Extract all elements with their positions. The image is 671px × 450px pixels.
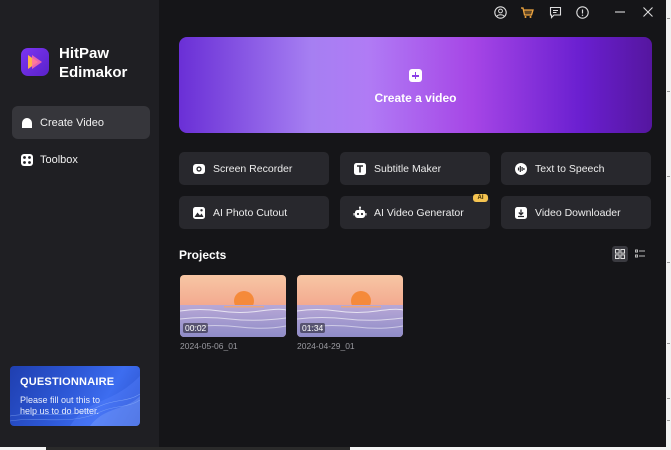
tool-label: Screen Recorder xyxy=(213,162,293,175)
screen-recorder-icon xyxy=(192,162,206,176)
info-icon[interactable] xyxy=(574,4,590,20)
create-video-label: Create a video xyxy=(374,91,457,105)
banner-text: Please fill out this to help us to do be… xyxy=(20,395,101,416)
robot-icon xyxy=(353,206,367,220)
sidebar: HitPaw Edimakor Create Video Toolbox QUE… xyxy=(0,0,159,447)
download-icon xyxy=(514,206,528,220)
brand-name: HitPaw Edimakor xyxy=(59,44,127,82)
tool-label: Text to Speech xyxy=(535,162,605,175)
sidebar-item-toolbox[interactable]: Toolbox xyxy=(12,143,150,176)
minimize-icon[interactable] xyxy=(612,4,628,20)
sidebar-item-create-video[interactable]: Create Video xyxy=(12,106,150,139)
speech-icon xyxy=(514,162,528,176)
create-video-button[interactable]: Create a video xyxy=(179,37,652,133)
brand-line-2: Edimakor xyxy=(59,64,128,81)
subtitle-icon xyxy=(353,162,367,176)
tool-label: Subtitle Maker xyxy=(374,162,442,175)
sidebar-item-label: Create Video xyxy=(40,116,105,129)
app-window: HitPaw Edimakor Create Video Toolbox QUE… xyxy=(0,0,666,447)
ai-badge: AI xyxy=(473,194,488,202)
account-icon[interactable] xyxy=(492,4,508,20)
tool-screen-recorder[interactable]: Screen Recorder xyxy=(179,152,329,185)
grid-view-button[interactable] xyxy=(612,246,628,262)
tool-subtitle-maker[interactable]: Subtitle Maker xyxy=(340,152,490,185)
questionnaire-banner[interactable]: QUESTIONNAIRE Please fill out this to he… xyxy=(10,366,140,426)
tool-label: AI Video Generator xyxy=(374,206,464,219)
tool-video-downloader[interactable]: Video Downloader xyxy=(501,196,651,229)
project-card[interactable]: 00:02 xyxy=(180,275,286,337)
brand-line-1: HitPaw xyxy=(59,45,110,62)
tool-text-to-speech[interactable]: Text to Speech xyxy=(501,152,651,185)
list-view-icon xyxy=(635,249,645,258)
list-view-button[interactable] xyxy=(632,246,648,262)
sidebar-item-label: Toolbox xyxy=(40,153,78,166)
cart-icon[interactable] xyxy=(519,4,535,20)
tool-ai-photo-cutout[interactable]: AI Photo Cutout xyxy=(179,196,329,229)
grid-view-icon xyxy=(615,249,625,259)
projects-heading: Projects xyxy=(179,248,227,262)
project-card[interactable]: 01:34 xyxy=(297,275,403,337)
desktop-background-strip xyxy=(666,0,671,450)
tool-label: AI Photo Cutout xyxy=(213,206,288,219)
close-icon[interactable] xyxy=(640,4,656,20)
app-logo-icon xyxy=(21,48,49,76)
tool-ai-video-generator[interactable]: AI Video Generator AI xyxy=(340,194,490,229)
project-duration: 01:34 xyxy=(300,323,326,333)
toolbox-icon xyxy=(20,153,34,167)
tool-label: Video Downloader xyxy=(535,206,621,219)
home-icon xyxy=(20,116,34,130)
project-duration: 00:02 xyxy=(183,323,209,333)
banner-title: QUESTIONNAIRE xyxy=(20,376,115,388)
project-name: 2024-04-29_01 xyxy=(297,341,355,351)
photo-cutout-icon xyxy=(192,206,206,220)
plus-icon xyxy=(409,69,422,82)
feedback-icon[interactable] xyxy=(547,4,563,20)
project-name: 2024-05-06_01 xyxy=(180,341,238,351)
